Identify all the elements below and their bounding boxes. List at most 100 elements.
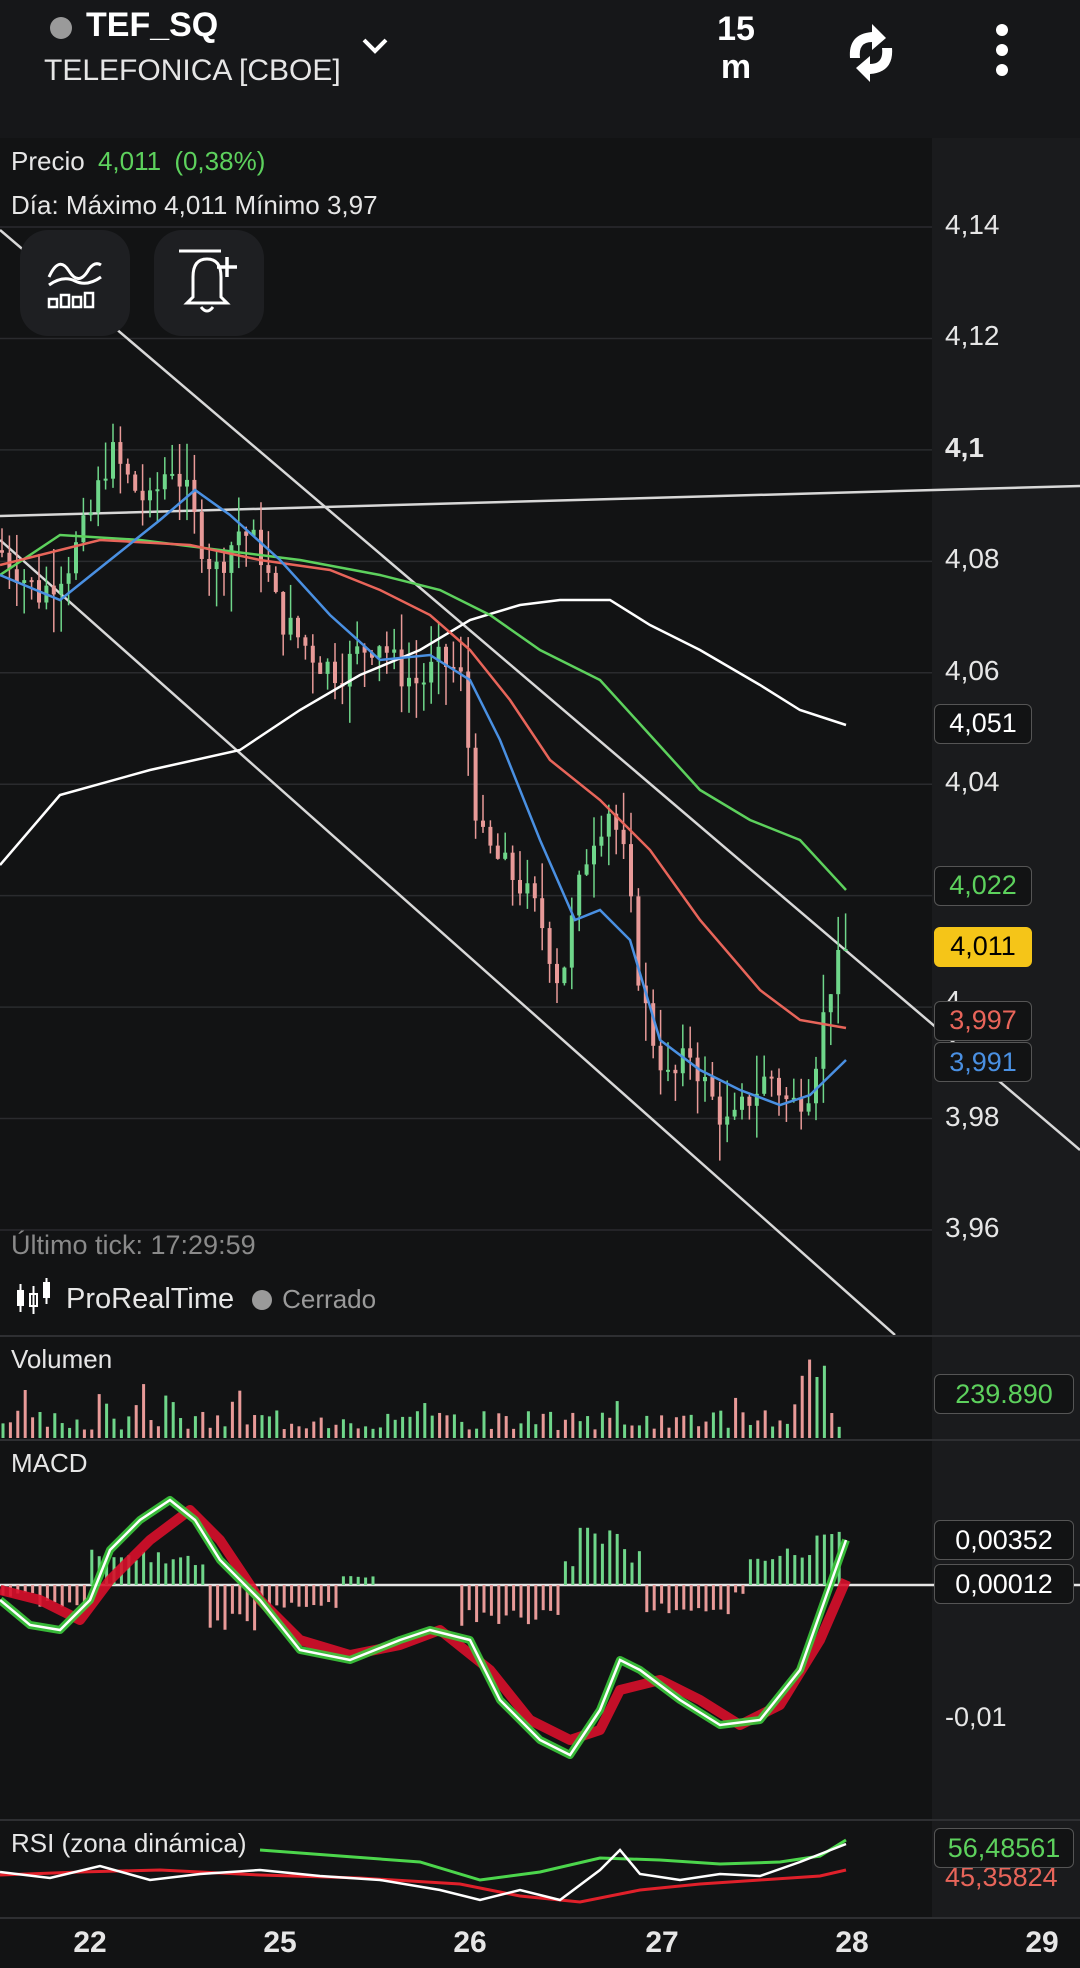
candle-body xyxy=(577,874,582,916)
price-value: 4,011 xyxy=(97,146,162,176)
volume-bar xyxy=(60,1423,64,1438)
refresh-icon[interactable] xyxy=(836,20,906,91)
macd-histogram-bar xyxy=(785,1548,789,1585)
volume-bar xyxy=(356,1428,360,1438)
candle-body xyxy=(592,845,596,865)
volume-bar xyxy=(201,1411,205,1438)
price-tag: 3,991 xyxy=(934,1042,1032,1083)
volume-bar xyxy=(1,1423,5,1438)
volume-bar xyxy=(371,1428,375,1438)
volume-bar xyxy=(719,1410,723,1438)
volume-bar xyxy=(90,1429,94,1438)
indicators-button[interactable] xyxy=(20,230,130,336)
macd-histogram-bar xyxy=(238,1585,242,1615)
day-range: Día: Máximo 4,011 Mínimo 3,97 xyxy=(11,190,378,220)
symbol-title[interactable]: TEF_SQ xyxy=(86,6,218,45)
candle-body xyxy=(836,950,841,995)
volume-bar xyxy=(711,1412,715,1438)
macd-histogram-bar xyxy=(711,1585,715,1610)
candle-body xyxy=(510,852,515,880)
volume-bar xyxy=(549,1411,553,1438)
macd-histogram-bar xyxy=(193,1565,197,1585)
macd-histogram-bar xyxy=(586,1527,590,1585)
macd-histogram-bar xyxy=(741,1585,745,1594)
candle-body xyxy=(392,649,397,653)
volume-bar xyxy=(652,1428,656,1438)
candle-body xyxy=(666,1069,670,1072)
more-vert-icon[interactable] xyxy=(982,20,1022,89)
volume-bar xyxy=(615,1401,619,1438)
candle-body xyxy=(103,478,108,481)
candle-body xyxy=(199,512,204,559)
volume-bar xyxy=(497,1413,501,1438)
macd-histogram-bar xyxy=(512,1585,516,1611)
volume-bar xyxy=(216,1415,220,1438)
volume-bar xyxy=(586,1416,590,1438)
provider-row: ProRealTime Cerrado xyxy=(14,1276,376,1323)
candle-body xyxy=(680,1048,685,1074)
candle-body xyxy=(162,474,167,490)
candle-body xyxy=(547,928,552,964)
macd-histogram-bar xyxy=(31,1585,35,1594)
rsi-value-tag: 56,48561 xyxy=(934,1828,1074,1868)
rsi-label: RSI (zona dinámica) xyxy=(11,1828,247,1858)
macd-histogram-bar xyxy=(600,1543,604,1585)
volume-bar xyxy=(785,1423,789,1438)
volume-bar xyxy=(778,1420,782,1438)
macd-histogram-bar xyxy=(704,1585,708,1612)
volume-bar xyxy=(378,1427,382,1438)
candle-body xyxy=(532,883,537,899)
volume-bar xyxy=(697,1426,701,1438)
candle-body xyxy=(214,561,219,570)
volume-bar xyxy=(534,1424,538,1438)
candle-body xyxy=(414,677,419,684)
macd-histogram-bar xyxy=(290,1585,294,1603)
macd-histogram-bar xyxy=(697,1585,701,1609)
candle-body xyxy=(799,1097,804,1112)
chart-area[interactable]: 22 25 26 27 28 29 xyxy=(0,138,1080,1968)
macd-histogram-bar xyxy=(571,1566,575,1585)
candle-body xyxy=(769,1076,774,1079)
price-tick: 4,04 xyxy=(945,766,1000,798)
volume-bar xyxy=(149,1420,153,1438)
volume-bar xyxy=(578,1421,582,1438)
macd-histogram-bar xyxy=(482,1585,486,1613)
chevron-down-icon[interactable] xyxy=(360,30,390,65)
candle-body xyxy=(170,473,175,476)
alert-add-icon xyxy=(177,247,241,320)
macd-histogram-bar xyxy=(223,1585,227,1630)
candle-body xyxy=(725,1116,730,1125)
macd-histogram-bar xyxy=(156,1552,160,1585)
volume-bar xyxy=(386,1413,390,1438)
candle-body xyxy=(0,550,4,553)
macd-histogram-bar xyxy=(800,1557,804,1585)
price-tick: 4,12 xyxy=(945,320,1000,352)
candle-body xyxy=(266,565,271,573)
macd-histogram-bar xyxy=(615,1533,619,1585)
top-bar: TEF_SQ TELEFONICA [CBOE] 15 m xyxy=(0,0,1080,139)
candle-body xyxy=(828,994,833,1013)
price-tag: 4,011 xyxy=(934,926,1032,967)
add-alert-button[interactable] xyxy=(154,230,264,336)
macd-histogram-bar xyxy=(763,1560,767,1585)
volume-bar xyxy=(526,1411,530,1438)
volume-bar xyxy=(105,1403,109,1438)
volume-bar xyxy=(475,1428,479,1438)
time-axis-label: 29 xyxy=(1025,1926,1058,1959)
macd-histogram-bar xyxy=(637,1551,641,1585)
macd-histogram-bar xyxy=(623,1549,627,1585)
exchange-name[interactable]: TELEFONICA [CBOE] xyxy=(44,54,341,88)
macd-histogram-bar xyxy=(504,1585,508,1616)
interval-selector[interactable]: 15 m xyxy=(706,10,766,86)
provider-name: ProRealTime xyxy=(66,1283,235,1315)
volume-bar xyxy=(408,1416,412,1438)
volume-bar xyxy=(127,1416,131,1438)
volume-bar xyxy=(282,1429,286,1438)
volume-bar xyxy=(341,1419,345,1438)
candle-body xyxy=(148,490,152,501)
candle-body xyxy=(584,864,589,875)
volume-bar xyxy=(31,1417,35,1438)
candle-body xyxy=(296,617,300,638)
volume-bar xyxy=(304,1428,308,1438)
macd-histogram-bar xyxy=(748,1559,752,1585)
